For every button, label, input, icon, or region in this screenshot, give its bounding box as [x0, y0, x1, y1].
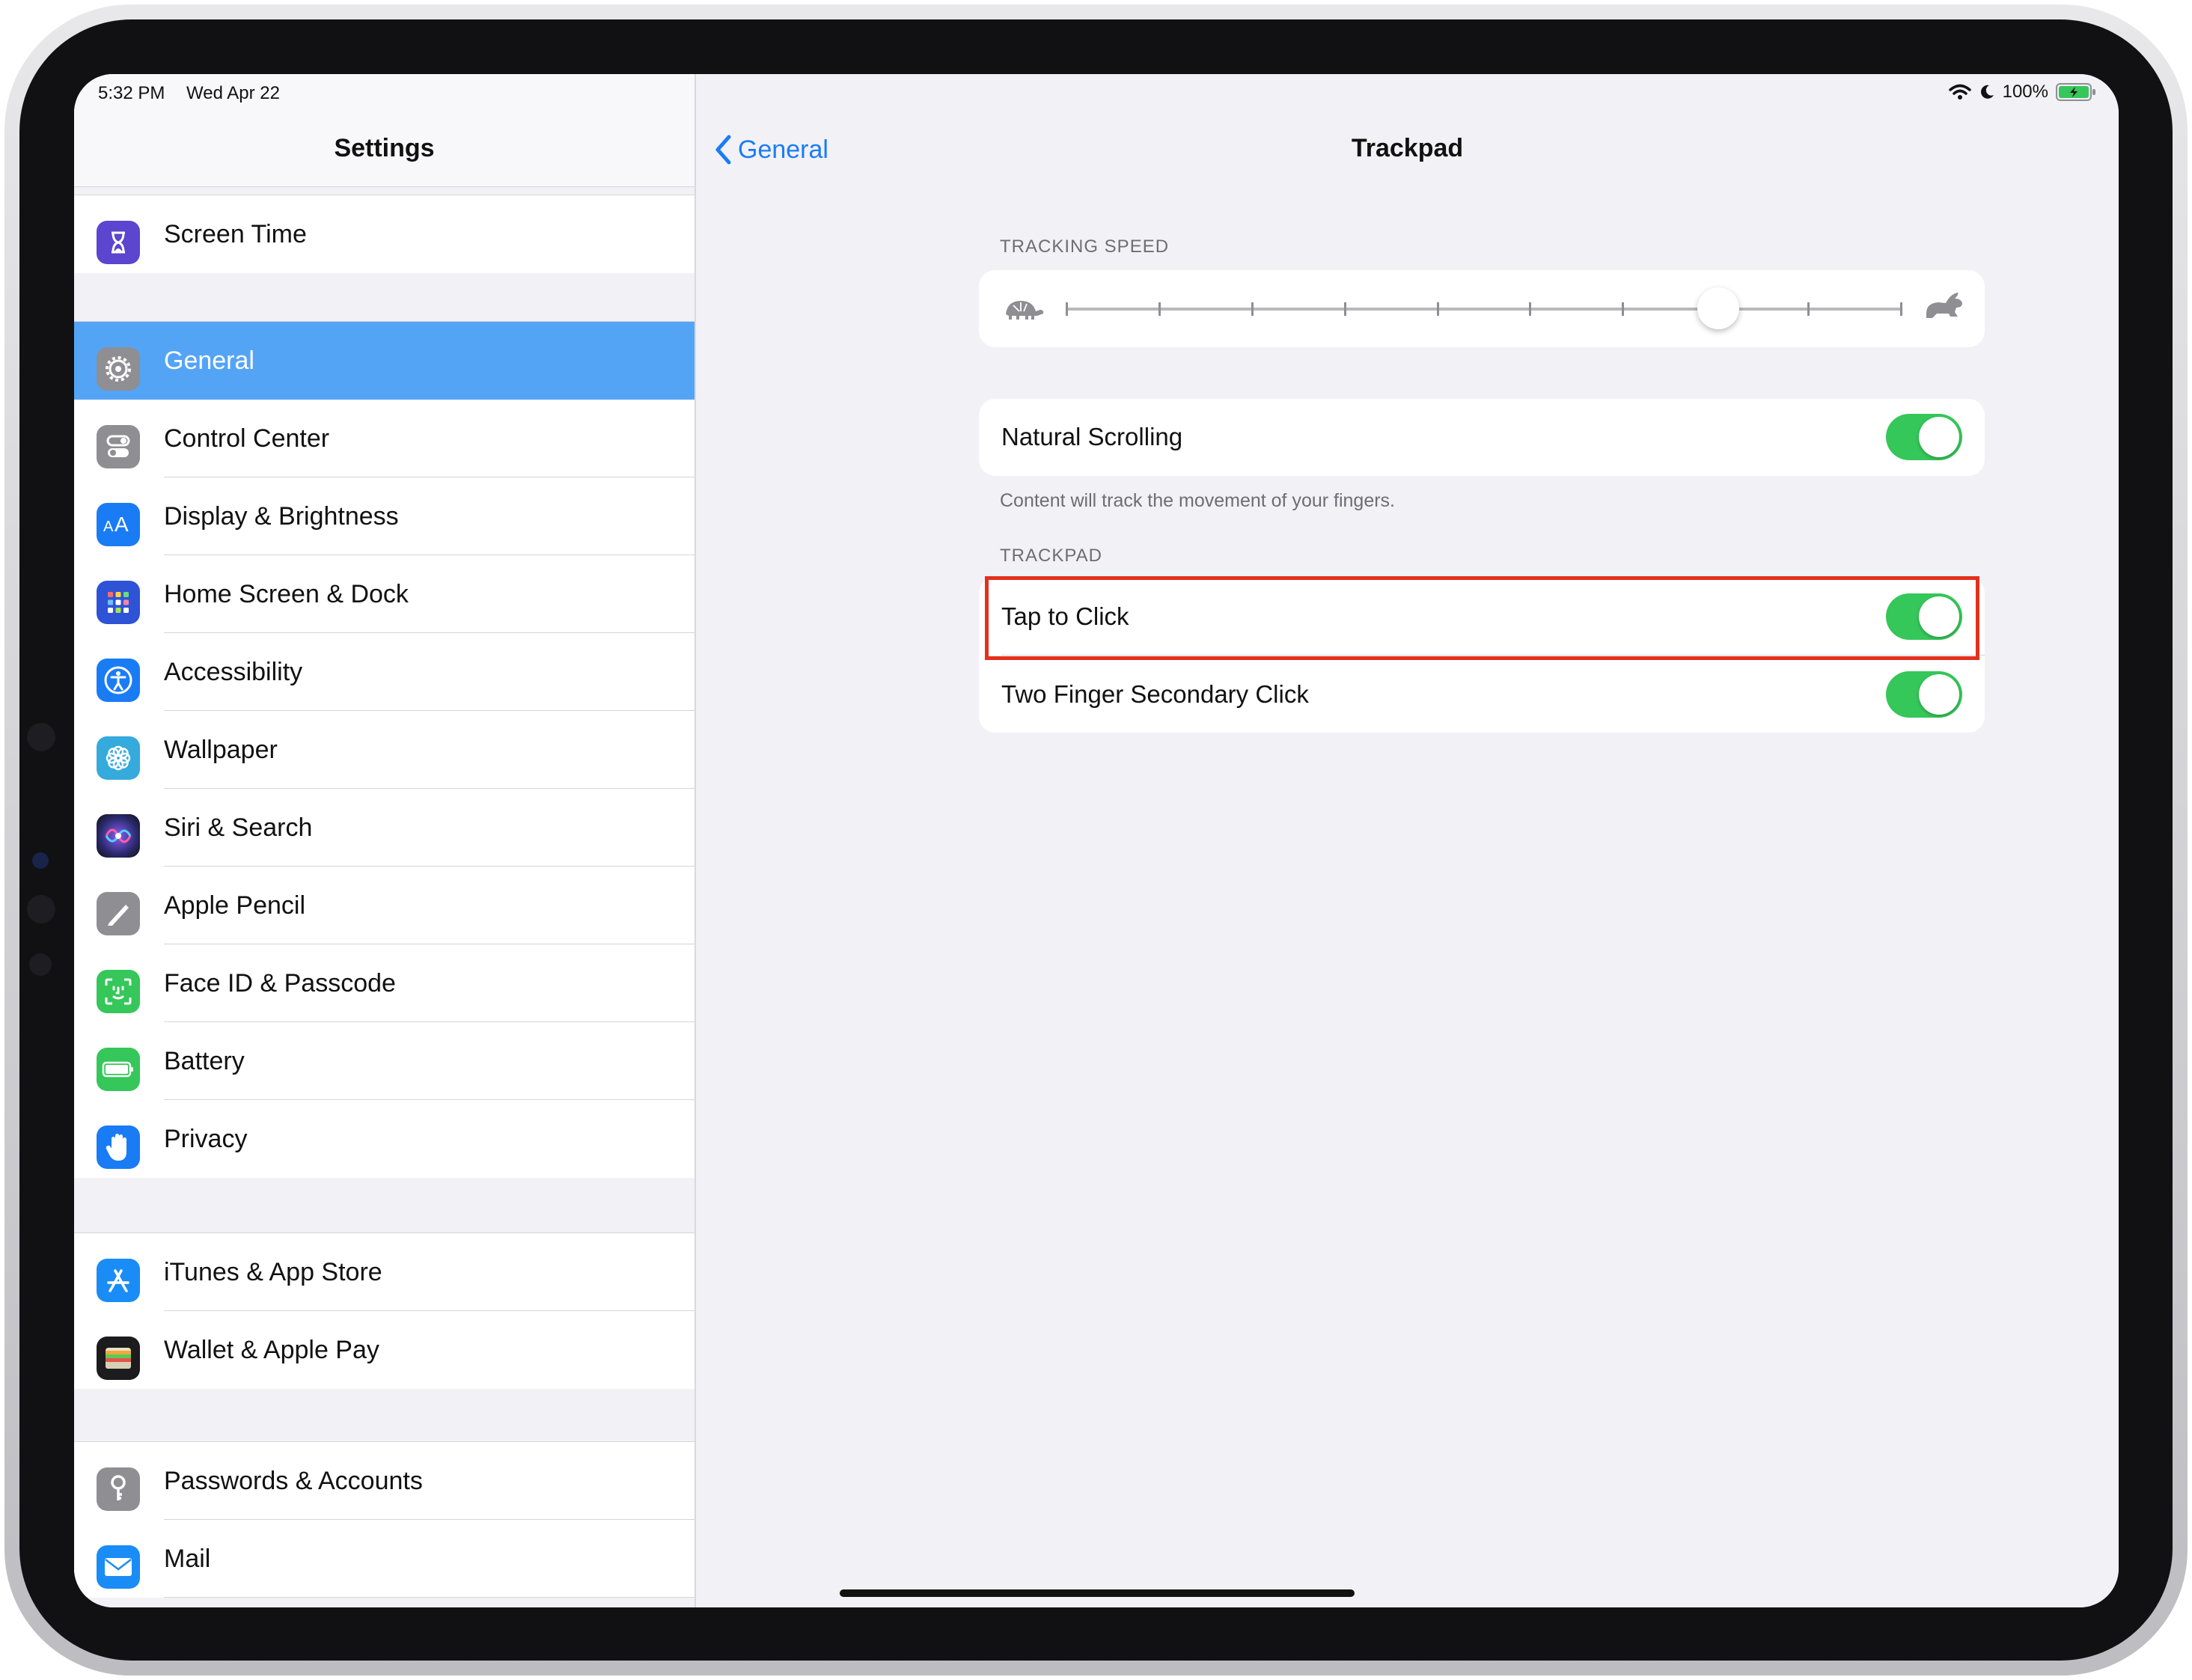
sidebar-item-label: Wallet & Apple Pay	[164, 1336, 379, 1364]
sidebar-item-label: Accessibility	[164, 658, 303, 686]
two-finger-secondary-click-toggle[interactable]	[1886, 671, 1962, 718]
sidebar-item-itunes-app-store[interactable]: iTunes & App Store	[74, 1233, 694, 1311]
app-store-icon	[97, 1259, 140, 1302]
sidebar-item-control-center[interactable]: Control Center	[74, 400, 694, 477]
sidebar-item-label: Face ID & Passcode	[164, 969, 396, 998]
hourglass-icon	[97, 221, 140, 264]
wallet-icon	[97, 1337, 140, 1380]
sidebar-item-label: Battery	[164, 1047, 245, 1075]
slider-tick	[1344, 302, 1346, 316]
slider-tick	[1807, 302, 1810, 316]
app-grid-icon	[97, 581, 140, 624]
trackpad-detail-pane: General Trackpad TRACKING SPEED Natural …	[696, 74, 2119, 1607]
wifi-icon	[1948, 84, 1971, 100]
gear-icon	[97, 347, 140, 391]
tortoise-icon	[1006, 301, 1044, 320]
sidebar-item-mail[interactable]: Mail	[74, 1520, 694, 1598]
tracking-speed-slider-thumb[interactable]	[1697, 287, 1740, 329]
sidebar-title: Settings	[334, 134, 435, 162]
section-header-tracking-speed: TRACKING SPEED	[1000, 236, 1170, 257]
sidebar-item-label: Display & Brightness	[164, 502, 399, 531]
sensor-dot	[27, 723, 55, 751]
sidebar-item-wallet-apple-pay[interactable]: Wallet & Apple Pay	[74, 1311, 694, 1389]
sidebar-item-display-brightness[interactable]: AA Display & Brightness	[74, 477, 694, 555]
sidebar-item-general[interactable]: General	[74, 322, 694, 400]
hare-icon	[1926, 293, 1962, 318]
sidebar-item-label: Wallpaper	[164, 736, 278, 764]
battery-icon	[97, 1048, 140, 1091]
pencil-icon	[97, 892, 140, 935]
svg-text:A: A	[103, 519, 114, 535]
natural-scrolling-toggle[interactable]	[1886, 414, 1962, 460]
accessibility-icon	[97, 659, 140, 702]
slider-tick	[1066, 302, 1068, 316]
key-icon	[97, 1467, 140, 1511]
tap-to-click-label: Tap to Click	[1001, 602, 1129, 630]
sensor-dot	[29, 953, 52, 976]
tracking-speed-slider[interactable]	[1066, 302, 1902, 316]
status-bar: 5:32 PM Wed Apr 22 100%	[74, 74, 2119, 113]
ipad-screen: 5:32 PM Wed Apr 22 100% Settings Screen …	[74, 74, 2119, 1607]
sidebar-item-label: Home Screen & Dock	[164, 580, 409, 608]
trackpad-options-card: Tap to Click Two Finger Secondary Click	[979, 577, 1985, 733]
home-indicator[interactable]	[840, 1589, 1355, 1597]
sidebar-item-accessibility[interactable]: Accessibility	[74, 633, 694, 711]
moon-icon	[1980, 85, 1994, 99]
slider-tick	[1251, 302, 1254, 316]
slider-tick	[1158, 302, 1161, 316]
slider-tick	[1437, 302, 1439, 316]
siri-icon	[97, 814, 140, 858]
tracking-speed-card	[979, 270, 1985, 347]
slider-tick	[1622, 302, 1624, 316]
section-header-trackpad: TRACKPAD	[1000, 546, 1102, 566]
sidebar-item-label: Privacy	[164, 1125, 248, 1153]
camera-dot	[32, 852, 49, 869]
sidebar-item-passwords-accounts[interactable]: Passwords & Accounts	[74, 1442, 694, 1520]
text-size-icon: AA	[97, 503, 140, 546]
tap-to-click-toggle[interactable]	[1886, 593, 1962, 640]
sidebar: Settings Screen Time General Control Cen…	[74, 74, 696, 1607]
slider-tick	[1900, 302, 1902, 316]
hand-icon	[97, 1125, 140, 1169]
svg-text:A: A	[115, 513, 129, 536]
sidebar-item-face-id-passcode[interactable]: Face ID & Passcode	[74, 944, 694, 1022]
sidebar-item-siri-search[interactable]: Siri & Search	[74, 789, 694, 867]
natural-scrolling-card: Natural Scrolling	[979, 399, 1985, 476]
status-time: 5:32 PM	[98, 83, 165, 103]
status-date: Wed Apr 22	[186, 83, 280, 103]
sidebar-item-privacy[interactable]: Privacy	[74, 1100, 694, 1178]
sidebar-item-label: iTunes & App Store	[164, 1258, 382, 1286]
face-id-icon	[97, 970, 140, 1013]
sidebar-item-apple-pencil[interactable]: Apple Pencil	[74, 867, 694, 944]
battery-percentage: 100%	[2002, 82, 2048, 102]
envelope-icon	[97, 1545, 140, 1589]
sidebar-item-label: Control Center	[164, 424, 330, 453]
sidebar-item-home-screen-dock[interactable]: Home Screen & Dock	[74, 555, 694, 633]
flower-icon	[97, 736, 140, 780]
natural-scrolling-label: Natural Scrolling	[1001, 423, 1183, 450]
sidebar-item-label: Apple Pencil	[164, 891, 306, 920]
natural-scrolling-footer: Content will track the movement of your …	[1000, 490, 1396, 511]
slider-tick	[1529, 302, 1531, 316]
sidebar-item-label: Siri & Search	[164, 813, 313, 842]
sensor-dot	[27, 895, 55, 923]
status-indicators: 100%	[1948, 82, 2096, 103]
battery-charging-icon	[2056, 83, 2095, 101]
sidebar-item-wallpaper[interactable]: Wallpaper	[74, 711, 694, 789]
sidebar-item-label: Passwords & Accounts	[164, 1467, 423, 1495]
sidebar-item-battery[interactable]: Battery	[74, 1022, 694, 1100]
toggles-icon	[97, 425, 140, 468]
row-separator	[1001, 655, 1985, 656]
sidebar-item-label: Mail	[164, 1545, 211, 1573]
page-title: Trackpad	[1351, 134, 1464, 162]
two-finger-secondary-click-label: Two Finger Secondary Click	[1001, 680, 1309, 708]
sidebar-item-label: Screen Time	[164, 220, 307, 248]
sidebar-item-screen-time[interactable]: Screen Time	[74, 195, 694, 273]
sidebar-item-label: General	[164, 346, 254, 375]
